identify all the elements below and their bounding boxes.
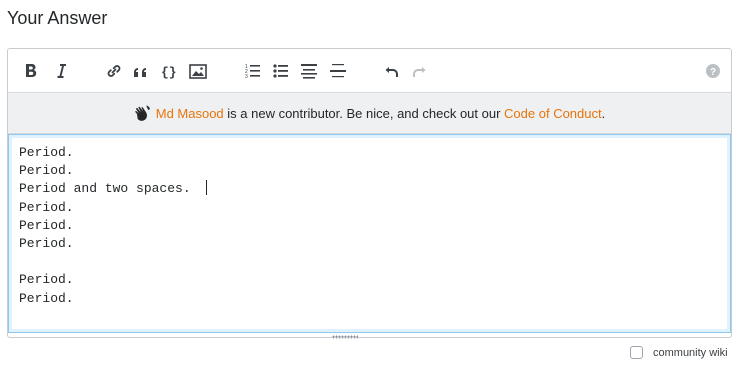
undo-icon — [385, 67, 398, 77]
contributor-user-link[interactable]: Md Masood — [156, 106, 224, 121]
community-wiki-checkbox[interactable] — [630, 346, 643, 359]
ordered-list-button[interactable]: 1 2 3 — [242, 61, 264, 81]
editor-line: Period. — [19, 272, 74, 288]
ordered-list-icon: 1 2 3 — [245, 64, 260, 79]
editor-line: Period. — [19, 217, 74, 233]
editor-line: Period. — [19, 290, 74, 306]
editor-line: Period. — [19, 236, 74, 252]
code-of-conduct-link[interactable]: Code of Conduct — [504, 106, 602, 121]
editor-line: Period and two spaces. — [19, 181, 207, 197]
wave-hand-icon — [134, 105, 150, 122]
help-button[interactable]: ? — [702, 61, 724, 81]
bullet-list-button[interactable] — [270, 61, 292, 81]
help-icon: ? — [706, 64, 720, 78]
image-button[interactable] — [187, 61, 209, 81]
heading-icon — [301, 64, 317, 79]
new-contributor-notice: Md Masood is a new contributor. Be nice,… — [8, 93, 731, 134]
redo-button[interactable] — [408, 61, 430, 81]
redo-icon — [413, 67, 426, 77]
community-wiki-option[interactable]: community wiki — [630, 346, 728, 359]
editor-line: Period. — [19, 145, 74, 160]
notice-text: is a new contributor. Be nice, and check… — [223, 105, 505, 121]
bold-icon — [26, 64, 37, 77]
heading-button[interactable] — [298, 61, 320, 81]
editor-toolbar: {} 1 2 3 ? — [8, 49, 731, 93]
text-caret — [206, 180, 208, 196]
image-icon — [189, 63, 207, 79]
svg-text:3: 3 — [245, 74, 248, 79]
code-button[interactable]: {} — [158, 61, 180, 81]
quote-icon — [134, 68, 146, 77]
italic-button[interactable] — [50, 61, 72, 81]
resize-grip[interactable] — [332, 335, 358, 339]
blockquote-button[interactable] — [130, 61, 152, 81]
horizontal-rule-button[interactable] — [327, 61, 349, 81]
svg-text:{}: {} — [161, 65, 177, 79]
bullet-list-icon — [273, 64, 288, 78]
link-button[interactable] — [103, 61, 125, 81]
editor-line: Period. — [19, 199, 74, 215]
notice-end: . — [601, 105, 606, 121]
italic-icon — [57, 64, 66, 78]
code-icon: {} — [161, 65, 177, 79]
svg-text:?: ? — [710, 67, 716, 78]
link-icon — [107, 65, 121, 77]
undo-button[interactable] — [381, 61, 403, 81]
page-title: Your Answer — [7, 8, 108, 28]
community-wiki-label: community wiki — [653, 346, 728, 359]
answer-textarea[interactable]: Period. Period. Period and two spaces. P… — [8, 134, 731, 333]
bold-button[interactable] — [20, 61, 42, 81]
horizontal-rule-icon — [330, 64, 346, 78]
editor-line: Period. — [19, 163, 74, 179]
answer-editor: {} 1 2 3 ? Md Masood is a new contributo… — [7, 48, 732, 339]
